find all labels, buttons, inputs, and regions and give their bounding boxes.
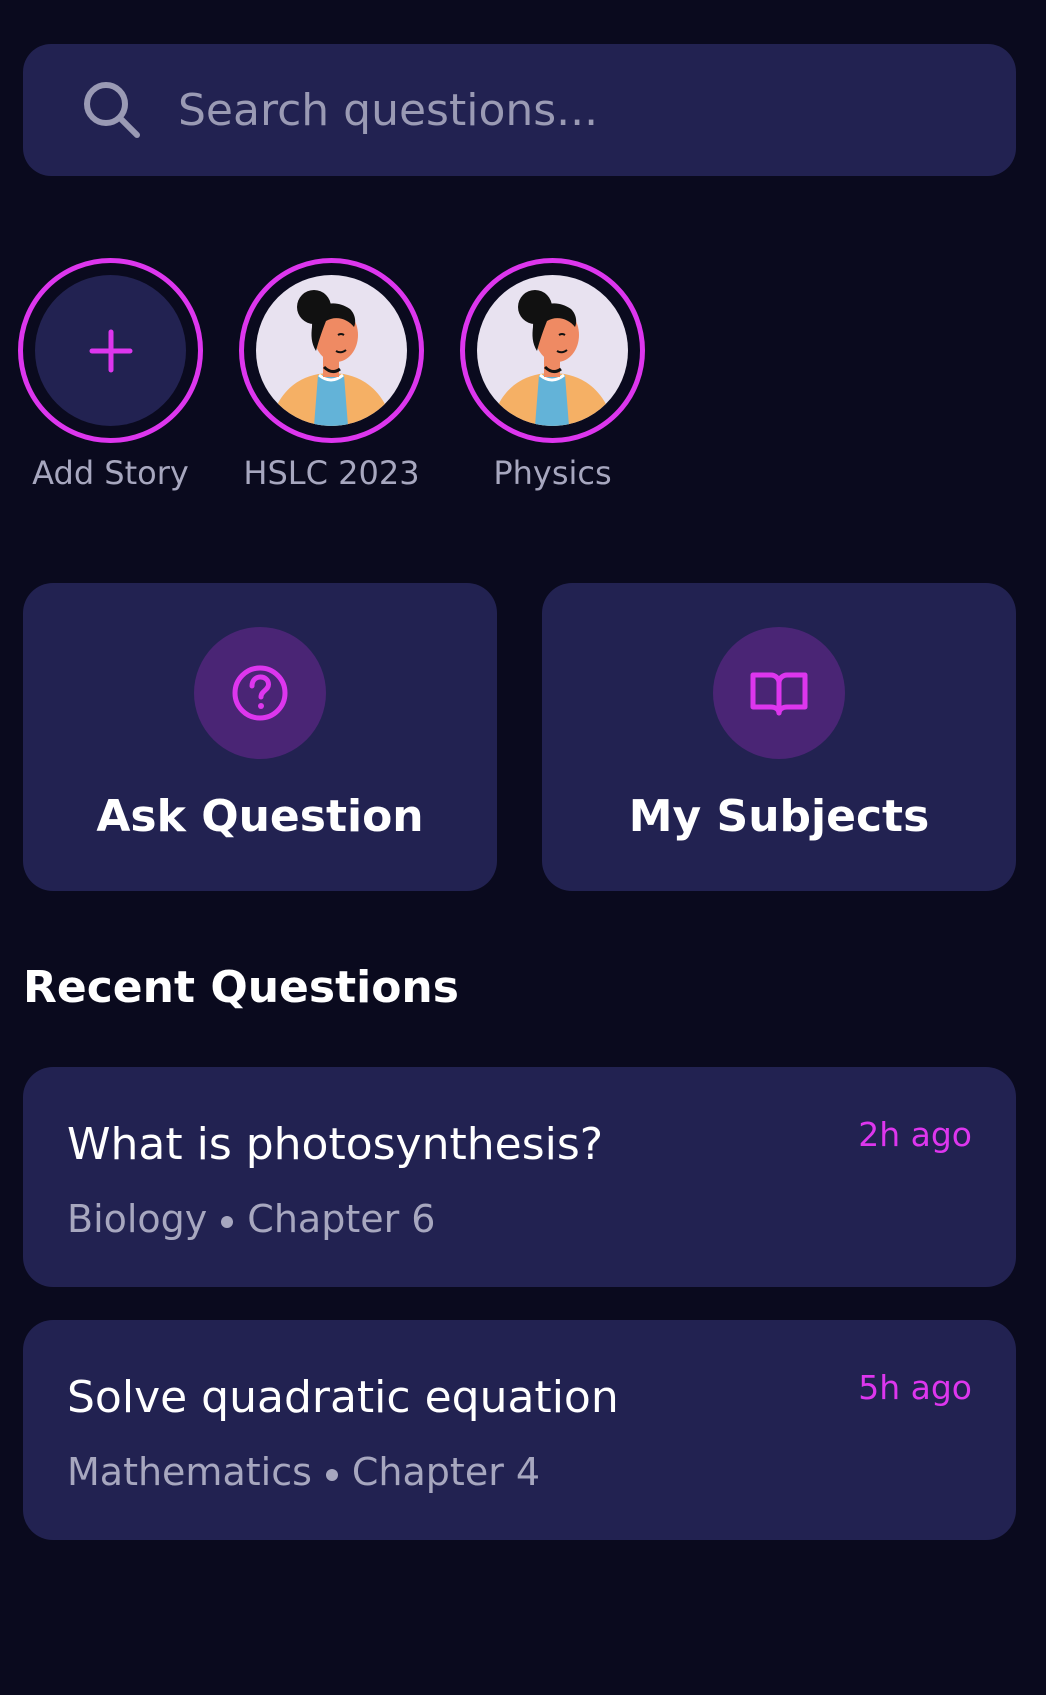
question-time: 2h ago (858, 1115, 972, 1154)
story-ring (239, 258, 424, 443)
my-subjects-card[interactable]: My Subjects (542, 583, 1016, 891)
my-subjects-label: My Subjects (628, 791, 930, 842)
avatar (256, 275, 407, 426)
search-icon (84, 82, 140, 138)
story-label: Physics (493, 454, 612, 492)
add-story-circle (35, 275, 186, 426)
separator-dot (221, 1215, 234, 1228)
question-subject: Biology (67, 1197, 208, 1241)
avatar-illustration (270, 290, 393, 426)
question-time: 5h ago (858, 1368, 972, 1407)
story-label: Add Story (32, 454, 189, 492)
avatar (477, 275, 628, 426)
ask-question-label: Ask Question (96, 791, 424, 842)
question-chapter: Chapter 4 (351, 1450, 541, 1494)
avatar-illustration (491, 290, 614, 426)
my-subjects-icon-circle (713, 627, 845, 759)
plus-icon (89, 329, 132, 372)
question-subject: Mathematics (67, 1450, 312, 1494)
book-open-icon (750, 672, 808, 716)
separator-dot (325, 1468, 338, 1481)
question-chapter: Chapter 6 (247, 1197, 436, 1241)
question-title: Solve quadratic equation (67, 1372, 619, 1423)
search-bar[interactable] (23, 44, 1016, 176)
story-ring (460, 258, 645, 443)
ask-question-card[interactable]: Ask Question (23, 583, 497, 891)
recent-questions-heading: Recent Questions (23, 962, 459, 1013)
search-input[interactable] (178, 44, 978, 176)
question-card[interactable]: Solve quadratic equation Mathematics Chap… (23, 1320, 1016, 1540)
ask-question-icon-circle (194, 627, 326, 759)
story-ring (18, 258, 203, 443)
app-screen: Add Story (0, 0, 1046, 1695)
question-circle-icon (232, 665, 288, 721)
question-meta: Mathematics Chapter 4 (67, 1450, 540, 1494)
story-label: HSLC 2023 (243, 454, 420, 492)
question-title: What is photosynthesis? (67, 1119, 604, 1170)
question-meta: Biology Chapter 6 (67, 1197, 435, 1241)
question-card[interactable]: What is photosynthesis? Biology Chapter 6… (23, 1067, 1016, 1287)
stories-row: Add Story HSLC 2023 Physics (0, 258, 1046, 498)
